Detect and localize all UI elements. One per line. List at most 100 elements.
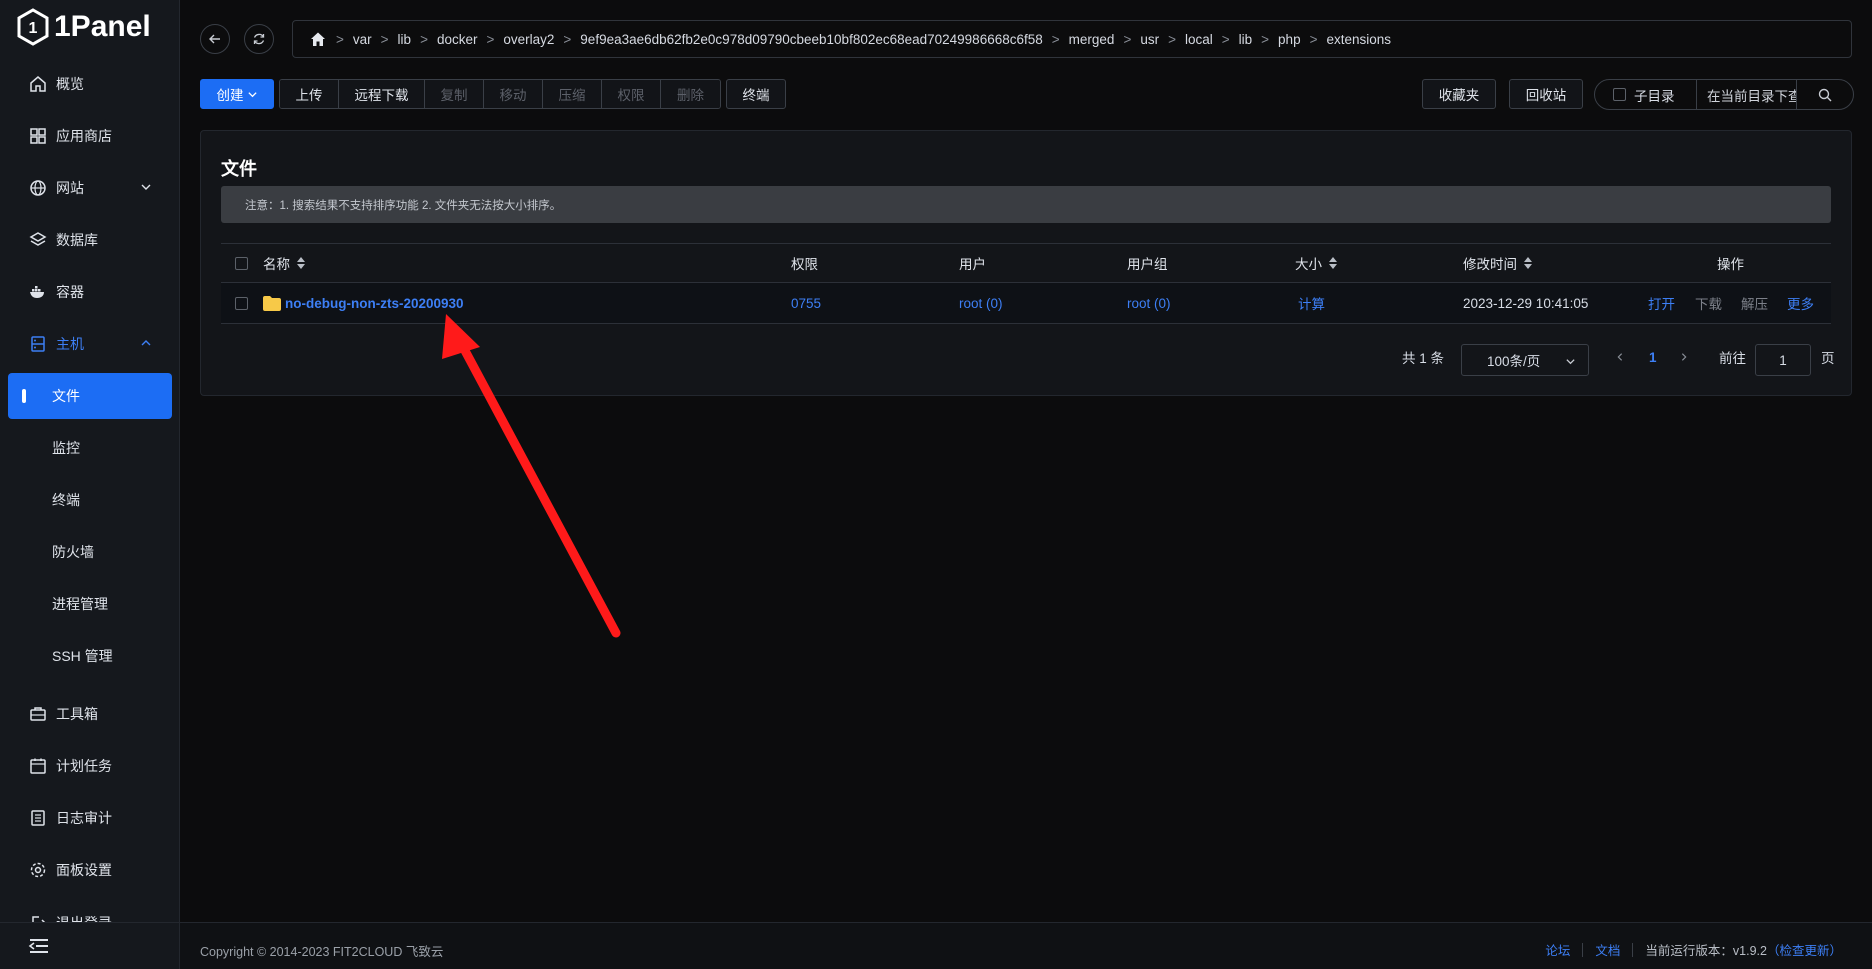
breadcrumb-separator: > <box>563 31 572 47</box>
file-name-link[interactable]: no-debug-non-zts-20200930 <box>285 296 464 311</box>
checkbox[interactable] <box>1613 88 1626 101</box>
sidebar-item-label: 概览 <box>56 76 84 92</box>
sidebar-item-toolbox[interactable]: 工具箱 <box>8 691 172 737</box>
permission-button[interactable]: 权限 <box>602 80 661 108</box>
breadcrumb-item[interactable]: lib <box>398 32 412 47</box>
col-name[interactable]: 名称 <box>263 244 306 282</box>
sidebar-item-label: 工具箱 <box>56 706 98 722</box>
sidebar-item-app-store[interactable]: 应用商店 <box>8 113 172 159</box>
version-text: 当前运行版本：v1.9.2 <box>1645 944 1767 958</box>
upload-button[interactable]: 上传 <box>280 80 339 108</box>
folder-icon <box>263 295 281 311</box>
sidebar-item-overview[interactable]: 概览 <box>8 61 172 107</box>
file-name-cell[interactable]: no-debug-non-zts-20200930 <box>263 283 464 323</box>
logo[interactable]: 1 1Panel <box>16 8 151 46</box>
recycle-bin-button[interactable]: 回收站 <box>1509 79 1583 109</box>
search-input[interactable]: 在当前目录下查找 <box>1697 80 1797 109</box>
sidebar-sub-ssh[interactable]: SSH 管理 <box>8 633 172 679</box>
sort-icon[interactable] <box>1328 256 1338 270</box>
user-link[interactable]: root (0) <box>959 283 1003 323</box>
page-size-select[interactable]: 100条/页 <box>1461 344 1589 376</box>
sidebar-sub-process[interactable]: 进程管理 <box>8 581 172 627</box>
next-page-button[interactable] <box>1679 341 1689 373</box>
sidebar-sub-files[interactable]: 文件 <box>8 373 172 419</box>
sidebar-sub-firewall[interactable]: 防火墙 <box>8 529 172 575</box>
refresh-button[interactable] <box>244 24 274 54</box>
delete-button[interactable]: 删除 <box>661 80 720 108</box>
sidebar-sub-terminal[interactable]: 终端 <box>8 477 172 523</box>
remote-download-button[interactable]: 远程下载 <box>339 80 425 108</box>
extract-action[interactable]: 解压 <box>1741 283 1768 323</box>
sidebar-item-logs[interactable]: 日志审计 <box>8 795 172 841</box>
docs-link[interactable]: 文档 <box>1595 940 1620 959</box>
check-update-link[interactable]: （检查更新） <box>1767 940 1842 959</box>
sidebar-item-host[interactable]: 主机 <box>8 321 172 367</box>
copy-button[interactable]: 复制 <box>425 80 484 108</box>
sidebar-item-label: 退出登录 <box>56 913 112 922</box>
breadcrumb-item[interactable]: lib <box>1239 32 1253 47</box>
sidebar-item-cron[interactable]: 计划任务 <box>8 743 172 789</box>
divider <box>1632 942 1634 957</box>
collapse-menu-icon[interactable] <box>28 937 50 955</box>
settings-icon <box>28 860 48 880</box>
search-box: 子目录 在当前目录下查找 <box>1594 79 1854 110</box>
breadcrumb-item[interactable]: merged <box>1069 32 1115 47</box>
footer: Copyright © 2014-2023 FIT2CLOUD 飞致云 论坛 文… <box>180 922 1872 969</box>
breadcrumb-separator: > <box>1221 31 1230 47</box>
row-checkbox[interactable] <box>235 296 248 310</box>
breadcrumb-item[interactable]: 9ef9ea3ae6db62fb2e0c978d09790cbeeb10bf80… <box>580 32 1042 47</box>
calc-size-link[interactable]: 计算 <box>1298 283 1325 323</box>
breadcrumb-item[interactable]: local <box>1185 32 1213 47</box>
sort-icon[interactable] <box>1523 256 1533 270</box>
sidebar-item-container[interactable]: 容器 <box>8 269 172 315</box>
home-icon <box>28 74 48 94</box>
col-label: 名称 <box>263 257 290 272</box>
sidebar-sub-monitor[interactable]: 监控 <box>8 425 172 471</box>
forum-link[interactable]: 论坛 <box>1545 940 1570 959</box>
sort-icon[interactable] <box>296 256 306 270</box>
breadcrumb: > var > lib > docker > overlay2 > 9ef9ea… <box>292 20 1852 58</box>
sidebar-item-logout[interactable]: 退出登录 <box>8 899 172 922</box>
back-button[interactable] <box>200 24 230 54</box>
terminal-button[interactable]: 终端 <box>726 79 786 109</box>
goto-page-input[interactable]: 1 <box>1755 344 1811 376</box>
breadcrumb-item[interactable]: docker <box>437 32 478 47</box>
prev-page-button[interactable] <box>1615 341 1625 373</box>
col-size[interactable]: 大小 <box>1295 244 1338 282</box>
breadcrumb-item[interactable]: usr <box>1140 32 1159 47</box>
move-button[interactable]: 移动 <box>484 80 543 108</box>
breadcrumb-item[interactable]: var <box>353 32 372 47</box>
select-all-checkbox[interactable] <box>235 256 248 270</box>
breadcrumb-item[interactable]: extensions <box>1326 32 1391 47</box>
page-size-value: 100条/页 <box>1487 354 1541 369</box>
sidebar-item-website[interactable]: 网站 <box>8 165 172 211</box>
breadcrumb-separator: > <box>420 31 428 47</box>
more-action[interactable]: 更多 <box>1787 283 1814 323</box>
create-button[interactable]: 创建 <box>200 79 274 109</box>
permission-link[interactable]: 0755 <box>791 283 821 323</box>
subdir-checkbox[interactable]: 子目录 <box>1595 80 1697 109</box>
home-icon[interactable] <box>309 30 327 48</box>
svg-text:1: 1 <box>29 20 38 37</box>
layers-icon <box>28 230 48 250</box>
group-link[interactable]: root (0) <box>1127 283 1171 323</box>
open-action[interactable]: 打开 <box>1648 283 1675 323</box>
breadcrumb-item[interactable]: overlay2 <box>503 32 554 47</box>
sidebar-item-settings[interactable]: 面板设置 <box>8 847 172 893</box>
breadcrumb-item[interactable]: php <box>1278 32 1301 47</box>
favorites-button[interactable]: 收藏夹 <box>1422 79 1496 109</box>
divider <box>1582 942 1584 957</box>
notice-banner: 注意：1. 搜索结果不支持排序功能 2. 文件夹无法按大小排序。 <box>221 186 1831 223</box>
col-mtime[interactable]: 修改时间 <box>1463 244 1533 282</box>
sidebar-sub-label: 终端 <box>52 492 80 508</box>
page-number-current[interactable]: 1 <box>1649 341 1657 373</box>
toolbox-icon <box>28 704 48 724</box>
compress-button[interactable]: 压缩 <box>543 80 602 108</box>
calendar-icon <box>28 756 48 776</box>
search-button[interactable] <box>1797 80 1853 109</box>
sidebar-item-database[interactable]: 数据库 <box>8 217 172 263</box>
download-action[interactable]: 下载 <box>1695 283 1722 323</box>
sidebar-sub-label: 监控 <box>52 440 80 456</box>
table-row[interactable]: no-debug-non-zts-20200930 0755 root (0) … <box>221 283 1831 324</box>
sidebar-item-label: 主机 <box>56 336 84 352</box>
